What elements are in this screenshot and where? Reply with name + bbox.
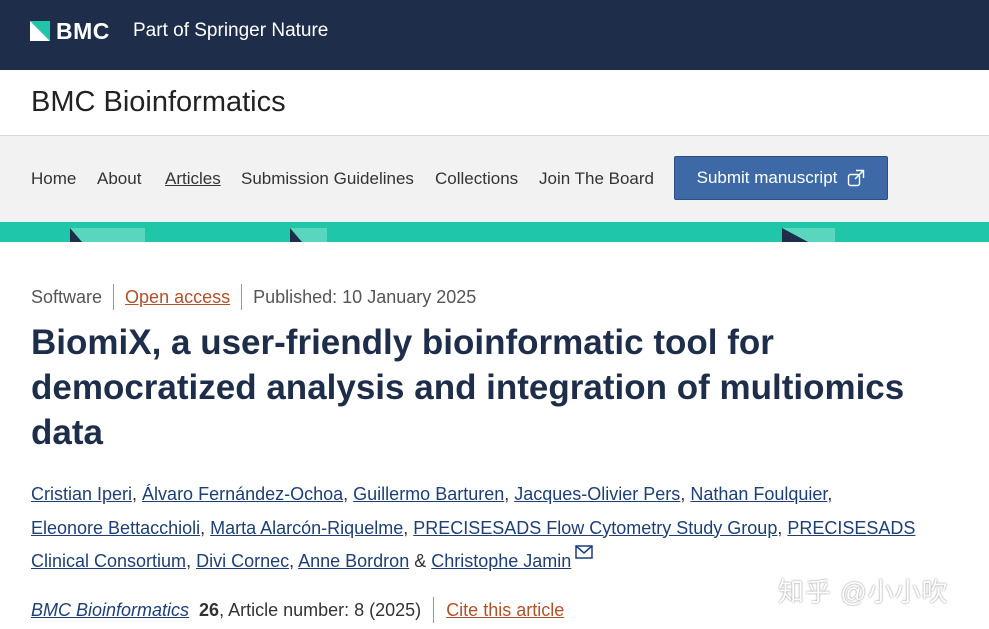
- author-link[interactable]: Álvaro Fernández-Ochoa: [142, 484, 343, 504]
- nav-join-the-board[interactable]: Join The Board: [539, 169, 654, 189]
- author-link[interactable]: Anne Bordron: [298, 551, 409, 571]
- author-link[interactable]: Cristian Iperi: [31, 484, 132, 504]
- top-header: BMC Part of Springer Nature: [0, 0, 989, 70]
- author-link[interactable]: Nathan Foulquier: [690, 484, 827, 504]
- citation-journal-link[interactable]: BMC Bioinformatics: [31, 600, 189, 621]
- submit-manuscript-button[interactable]: Submit manuscript: [674, 156, 888, 200]
- nav-collections[interactable]: Collections: [435, 169, 518, 189]
- nav-submission-guidelines[interactable]: Submission Guidelines: [241, 169, 414, 189]
- journal-title[interactable]: BMC Bioinformatics: [31, 86, 286, 119]
- springer-nature-link[interactable]: Part of Springer Nature: [133, 20, 328, 42]
- bmc-logo[interactable]: BMC: [30, 17, 110, 44]
- author-link[interactable]: PRECISESADS Flow Cytometry Study Group: [413, 518, 777, 538]
- nav-articles[interactable]: Articles: [165, 169, 221, 189]
- journal-bar: BMC Bioinformatics: [0, 70, 989, 136]
- author-link[interactable]: Guillermo Barturen: [353, 484, 504, 504]
- published-date: Published: 10 January 2025: [253, 286, 477, 307]
- article-title: BiomiX, a user-friendly bioinformatic to…: [31, 323, 905, 452]
- article-type: Software: [31, 286, 103, 307]
- nav-about[interactable]: About: [97, 169, 141, 189]
- author-link[interactable]: Jacques-Olivier Pers: [514, 484, 680, 504]
- author-ampersand: &: [414, 551, 427, 571]
- cite-this-article-link[interactable]: Cite this article: [446, 600, 564, 621]
- submit-manuscript-label: Submit manuscript: [696, 168, 838, 187]
- open-access-link[interactable]: Open access: [125, 287, 230, 308]
- citation-line: BMC Bioinformatics 26 , Article number: …: [31, 597, 564, 623]
- bmc-logo-text: BMC: [56, 17, 110, 44]
- citation-volume: 26: [199, 599, 220, 620]
- author-list: Cristian Iperi, Álvaro Fernández-Ochoa, …: [31, 484, 916, 571]
- main-nav: Home About Articles Submission Guideline…: [0, 136, 989, 222]
- citation-divider: [433, 597, 435, 623]
- meta-divider: [241, 284, 243, 310]
- author-link[interactable]: Divi Cornec: [196, 551, 289, 571]
- article-meta: Software Open access Published: 10 Janua…: [31, 284, 476, 310]
- mail-icon[interactable]: [575, 545, 594, 559]
- meta-divider: [113, 284, 115, 310]
- citation-article-number: , Article number: 8 (2025): [219, 599, 422, 620]
- nav-home[interactable]: Home: [31, 169, 76, 189]
- author-link[interactable]: Marta Alarcón-Riquelme: [210, 518, 403, 538]
- bmc-logo-icon: [30, 21, 50, 41]
- watermark: 知乎 @小小吹: [778, 577, 949, 607]
- decorative-stripe: [0, 222, 989, 242]
- author-link[interactable]: Eleonore Bettacchioli: [31, 518, 200, 538]
- author-link[interactable]: Christophe Jamin: [431, 551, 571, 571]
- external-link-icon: [848, 169, 865, 187]
